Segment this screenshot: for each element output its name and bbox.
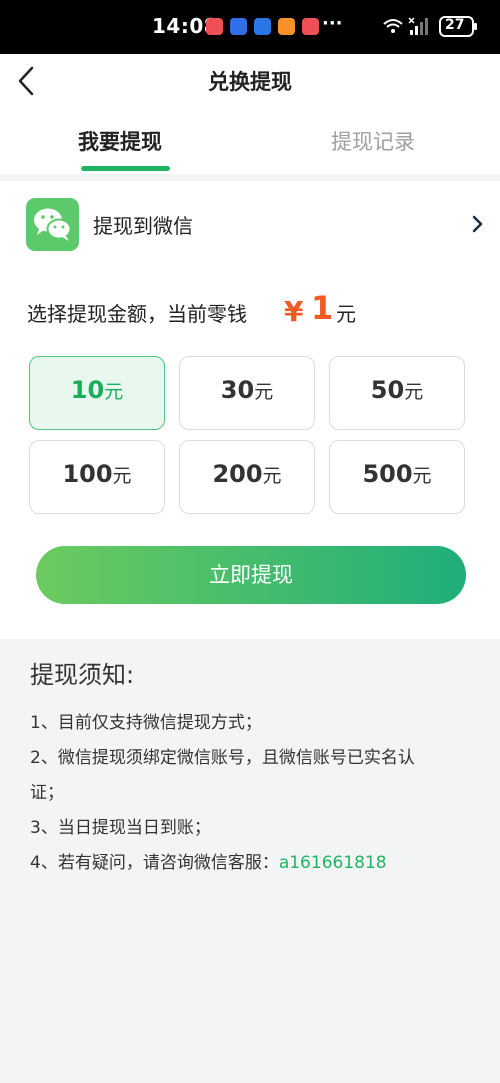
notice-line: 证； [30, 783, 64, 803]
notice-title: 提现须知: [30, 661, 135, 689]
notice-contact-text: 4、若有疑问，请咨询微信客服： [30, 853, 279, 873]
notification-app-icon [278, 18, 295, 35]
withdraw-card: 提现到微信 选择提现金额，当前零钱 ¥ 1 元 10元 30元 50元 100元… [0, 181, 500, 639]
notification-app-icon [230, 18, 247, 35]
amount-option-unit: 元 [404, 381, 424, 403]
amount-option-unit: 元 [254, 381, 274, 403]
amount-option-value: 200 [212, 460, 263, 488]
notification-app-icon [302, 18, 319, 35]
amount-option-50[interactable]: 50元 [329, 356, 465, 430]
page-header: 兑换提现 我要提现 提现记录 [0, 54, 500, 174]
amount-option-10[interactable]: 10元 [29, 356, 165, 430]
amount-option-200[interactable]: 200元 [179, 440, 315, 514]
notice-line: 1、目前仅支持微信提现方式； [30, 713, 262, 733]
amount-option-30[interactable]: 30元 [179, 356, 315, 430]
page-title: 兑换提现 [208, 70, 292, 94]
amount-option-unit: 元 [104, 381, 124, 403]
amount-option-500[interactable]: 500元 [329, 440, 465, 514]
amount-option-value: 100 [62, 460, 113, 488]
withdraw-now-button[interactable]: 立即提现 [36, 546, 466, 604]
notice-line: 2、微信提现须绑定微信账号，且微信账号已实名认 [30, 748, 415, 768]
more-notifications-icon: ··· [322, 13, 343, 34]
active-tab-indicator [81, 166, 170, 171]
amount-option-100[interactable]: 100元 [29, 440, 165, 514]
signal-icon [408, 17, 428, 35]
tab-withdraw[interactable]: 我要提现 [78, 126, 162, 156]
chevron-right-icon [470, 214, 484, 234]
withdraw-method-row[interactable]: 提现到微信 [0, 181, 500, 266]
wifi-icon [383, 19, 403, 33]
withdraw-method-label: 提现到微信 [93, 214, 193, 238]
wechat-icon [26, 198, 79, 251]
amount-prompt: 选择提现金额，当前零钱 [27, 302, 247, 326]
amount-option-value: 500 [362, 460, 413, 488]
tab-withdraw-history[interactable]: 提现记录 [331, 126, 415, 156]
notice-line: 4、若有疑问，请咨询微信客服：a161661818 [30, 846, 470, 881]
amount-option-value: 50 [370, 376, 405, 404]
status-indicators: 27 [382, 14, 482, 44]
balance-value: 1 [311, 289, 334, 327]
amount-option-unit: 元 [112, 465, 132, 487]
currency-symbol: ¥ [284, 295, 304, 328]
amount-option-value: 10 [70, 376, 105, 404]
battery-level: 27 [445, 17, 465, 33]
notice-line: 3、当日提现当日到账； [30, 818, 211, 838]
amount-option-unit: 元 [412, 465, 432, 487]
balance-unit: 元 [336, 302, 356, 326]
customer-service-id: a161661818 [278, 853, 387, 873]
notification-app-icon [206, 18, 223, 35]
amount-option-unit: 元 [262, 465, 282, 487]
amount-prompt-line: 选择提现金额，当前零钱 ¥ 1 元 [27, 289, 356, 342]
status-bar: 14:08 ··· 27 [0, 0, 500, 54]
withdraw-notice: 提现须知: 1、目前仅支持微信提现方式； 2、微信提现须绑定微信账号，且微信账号… [30, 655, 470, 881]
amount-option-value: 30 [220, 376, 255, 404]
notification-app-icon [254, 18, 271, 35]
